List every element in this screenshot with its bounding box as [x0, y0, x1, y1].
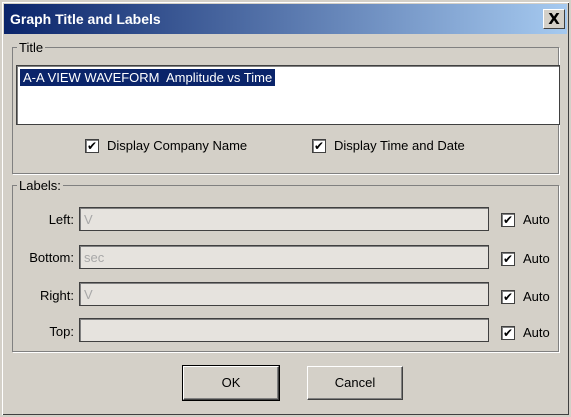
display-time-date-label: Display Time and Date [334, 138, 465, 153]
checkbox-check-icon: ✔ [85, 138, 99, 153]
checkbox-check-icon: ✔ [501, 212, 515, 227]
title-textbox[interactable]: A-A VIEW WAVEFORM Amplitude vs Time [16, 65, 560, 125]
checkbox-check-icon: ✔ [501, 325, 515, 340]
labels-group-legend: Labels: [19, 178, 61, 193]
window-title: Graph Title and Labels [10, 11, 161, 27]
left-label-input[interactable]: V [79, 207, 489, 231]
checkbox-check-icon: ✔ [501, 289, 515, 304]
top-label: Top: [49, 324, 74, 339]
display-company-name-label: Display Company Name [107, 138, 248, 153]
checkbox-check-icon: ✔ [501, 251, 515, 266]
right-label-input[interactable]: V [79, 282, 489, 306]
checkbox-check-icon: ✔ [312, 138, 326, 153]
close-icon[interactable]: X [543, 9, 565, 29]
title-text-selected: A-A VIEW WAVEFORM Amplitude vs Time [20, 69, 276, 86]
auto-label: Auto [523, 325, 550, 340]
left-auto-checkbox[interactable]: ✔ Auto [501, 212, 550, 227]
auto-label: Auto [523, 212, 550, 227]
display-time-date-checkbox[interactable]: ✔ Display Time and Date [312, 138, 465, 153]
graph-title-labels-dialog: Graph Title and Labels X Title A-A VIEW … [0, 0, 571, 417]
right-label: Right: [40, 288, 74, 303]
title-bar[interactable]: Graph Title and Labels X [4, 4, 567, 34]
bottom-auto-checkbox[interactable]: ✔ Auto [501, 251, 550, 266]
left-label: Left: [48, 212, 74, 227]
auto-label: Auto [523, 289, 550, 304]
top-label-input[interactable] [79, 318, 489, 342]
ok-button[interactable]: OK [182, 365, 280, 401]
display-company-name-checkbox[interactable]: ✔ Display Company Name [85, 138, 247, 153]
bottom-label-input[interactable]: sec [79, 245, 489, 269]
bottom-label: Bottom: [29, 250, 74, 265]
cancel-button[interactable]: Cancel [307, 366, 403, 400]
right-auto-checkbox[interactable]: ✔ Auto [501, 289, 550, 304]
auto-label: Auto [523, 251, 550, 266]
top-auto-checkbox[interactable]: ✔ Auto [501, 325, 550, 340]
title-group-legend: Title [19, 40, 44, 55]
